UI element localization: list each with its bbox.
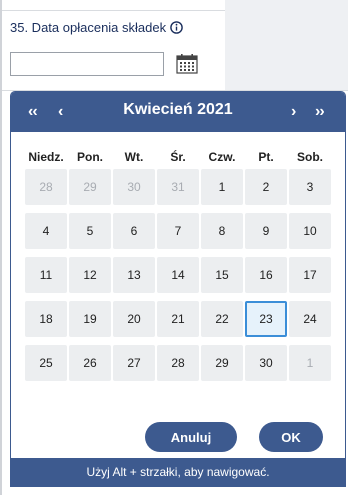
day-cell[interactable]: 4 [25,213,67,249]
day-cell[interactable]: 11 [25,257,67,293]
day-cell[interactable]: 29 [201,345,243,381]
day-cell[interactable]: 10 [289,213,331,249]
ok-button[interactable]: OK [259,422,323,452]
day-cell[interactable]: 31 [157,169,199,205]
weekday-label: Wt. [124,150,144,164]
next-month-button[interactable]: › [291,102,296,122]
day-cell[interactable]: 29 [69,169,111,205]
day-cell[interactable]: 7 [157,213,199,249]
weekday-label: Pon. [77,150,103,164]
field-label-row: 35. Data opłacenia składek [10,20,183,35]
day-cell[interactable]: 16 [245,257,287,293]
day-cell[interactable]: 9 [245,213,287,249]
weekday-label: Śr. [170,150,186,164]
day-cell[interactable]: 18 [25,301,67,337]
weekday-label: Pt. [258,150,274,164]
day-cell[interactable]: 8 [201,213,243,249]
day-cell[interactable]: 1 [289,345,331,381]
day-cell[interactable]: 28 [157,345,199,381]
day-cell[interactable]: 25 [25,345,67,381]
day-cell[interactable]: 17 [289,257,331,293]
day-cell[interactable]: 20 [113,301,155,337]
date-picker: ‹‹ ‹ Kwiecień 2021 › ›› Niedz. Pon. Wt. Śr.… [10,91,346,487]
window-left-border [0,0,2,495]
day-cell[interactable]: 1 [201,169,243,205]
picker-header: ‹‹ ‹ Kwiecień 2021 › ›› [11,92,345,132]
day-cell[interactable]: 14 [157,257,199,293]
field-label: 35. Data opłacenia składek [10,20,167,35]
date-input[interactable] [10,52,164,76]
keyboard-hint: Użyj Alt + strzałki, aby nawigować. [11,458,345,486]
day-cell[interactable]: 6 [113,213,155,249]
day-cell[interactable]: 15 [201,257,243,293]
day-cell[interactable]: 30 [245,345,287,381]
day-cell[interactable]: 22 [201,301,243,337]
day-cell[interactable]: 5 [69,213,111,249]
next-year-button[interactable]: ›› [315,102,325,122]
day-cell[interactable]: 24 [289,301,331,337]
day-cell[interactable]: 30 [113,169,155,205]
day-cell-selected[interactable]: 23 [245,301,287,337]
weekday-label: Sob. [297,150,323,164]
weekday-label: Niedz. [28,150,64,164]
day-cell[interactable]: 26 [69,345,111,381]
day-cell[interactable]: 27 [113,345,155,381]
day-cell[interactable]: 19 [69,301,111,337]
divider [2,10,225,11]
info-icon[interactable] [170,21,183,34]
day-cell[interactable]: 13 [113,257,155,293]
cancel-button[interactable]: Anuluj [145,422,237,452]
day-cell[interactable]: 21 [157,301,199,337]
day-cell[interactable]: 28 [25,169,67,205]
side-panel [225,0,348,90]
day-cell[interactable]: 3 [289,169,331,205]
day-cell[interactable]: 2 [245,169,287,205]
weekday-label: Czw. [208,150,236,164]
day-cell[interactable]: 12 [69,257,111,293]
calendar-icon[interactable] [175,53,199,75]
